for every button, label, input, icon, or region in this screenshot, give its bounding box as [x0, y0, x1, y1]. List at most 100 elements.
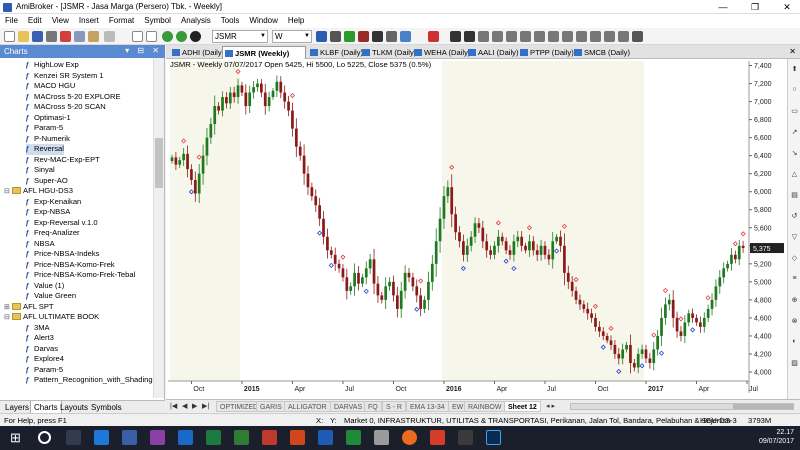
print-icon[interactable]: [46, 31, 57, 42]
tree-formula-item[interactable]: f Exp-Kenaikan: [26, 197, 81, 208]
chart-tab-smcb[interactable]: SMCB (Daily): [572, 46, 630, 59]
maximize-button[interactable]: ❐: [744, 1, 766, 13]
menu-file[interactable]: File: [0, 14, 23, 28]
tree-formula-item[interactable]: f Value (1): [26, 281, 64, 292]
close-button[interactable]: ✕: [776, 1, 798, 13]
pencil-icon[interactable]: [464, 31, 475, 42]
menu-view[interactable]: View: [47, 14, 74, 28]
drawing-tool-icon[interactable]: ⬆: [790, 65, 799, 74]
chart-horizontal-scrollbar[interactable]: [570, 403, 794, 410]
chart-type-icon[interactable]: [316, 31, 327, 42]
drawing-tool-icon[interactable]: ▽: [790, 233, 799, 242]
tree-formula-item[interactable]: f Optimasi-1: [26, 113, 71, 124]
sheet-tab-darvas[interactable]: DARVAS: [330, 401, 367, 412]
next-sheet-icon[interactable]: ▶: [192, 402, 197, 410]
tree-formula-item[interactable]: f Param-5: [26, 365, 63, 376]
tree-formula-item[interactable]: f Darvas: [26, 344, 58, 355]
ellipse-tool-icon[interactable]: [562, 31, 573, 42]
sheet-scroll-icon[interactable]: ◂ ▸: [546, 402, 555, 410]
interval-combo[interactable]: W ▼: [272, 30, 312, 43]
crosshair-icon[interactable]: [330, 31, 341, 42]
drawing-tool-icon[interactable]: ○: [790, 86, 799, 95]
panel-window-buttons[interactable]: ▾ ⊟ ✕: [125, 46, 162, 55]
app-2-icon[interactable]: [430, 430, 445, 445]
app-3-icon[interactable]: [458, 430, 473, 445]
drawing-tool-icon[interactable]: ⊕: [790, 296, 799, 305]
drawing-tool-icon[interactable]: ↘: [790, 149, 799, 158]
tree-formula-item[interactable]: f Sinyal: [26, 165, 55, 176]
redo-icon[interactable]: [146, 31, 157, 42]
menu-edit[interactable]: Edit: [23, 14, 47, 28]
zoom-in-icon[interactable]: [344, 31, 355, 42]
app-icon[interactable]: [374, 430, 389, 445]
menu-tools[interactable]: Tools: [216, 14, 245, 28]
sheet-tab-garis[interactable]: GARIS: [256, 401, 286, 412]
prev-sheet-icon[interactable]: ◀: [182, 402, 187, 410]
tree-formula-item[interactable]: f Exp-Reversal v.1.0: [26, 218, 98, 229]
back-icon[interactable]: [162, 31, 173, 42]
drawing-tool-icon[interactable]: ≡: [790, 275, 799, 284]
info-icon[interactable]: [190, 31, 201, 42]
onenote-icon[interactable]: [150, 430, 165, 445]
color-picker-icon[interactable]: [428, 31, 439, 42]
drawing-tool-icon[interactable]: ⊗: [790, 317, 799, 326]
cut-icon[interactable]: [60, 31, 71, 42]
tree-folder[interactable]: ⊞ AFL SPT: [4, 302, 54, 313]
delete-icon[interactable]: [104, 31, 115, 42]
magnet-icon[interactable]: [618, 31, 629, 42]
tree-formula-item[interactable]: f P-Numerik: [26, 134, 70, 145]
tree-formula-item[interactable]: f Reversal: [26, 144, 64, 155]
cycle-tool-icon[interactable]: [590, 31, 601, 42]
rectangle-tool-icon[interactable]: [548, 31, 559, 42]
tree-formula-item[interactable]: f 3MA: [26, 323, 50, 334]
text-tool-icon[interactable]: [506, 31, 517, 42]
tree-formula-item[interactable]: f NBSA: [26, 239, 55, 250]
menu-insert[interactable]: Insert: [74, 14, 104, 28]
chart-tab-jsmr[interactable]: JSMR (Weekly): [222, 46, 306, 59]
bar-icon[interactable]: [372, 31, 383, 42]
sheet-tab-fq[interactable]: FQ: [364, 401, 382, 412]
minimize-button[interactable]: —: [712, 1, 734, 13]
menu-analysis[interactable]: Analysis: [176, 14, 216, 28]
tree-formula-item[interactable]: f Price-NBSA-Komo-Frek-Tebal: [26, 270, 135, 281]
excel-2-icon[interactable]: [346, 430, 361, 445]
photoshop-icon[interactable]: [486, 430, 501, 445]
trendline-icon[interactable]: [450, 31, 461, 42]
copy-icon[interactable]: [74, 31, 85, 42]
powerpoint-icon[interactable]: [290, 430, 305, 445]
open-icon[interactable]: [18, 31, 29, 42]
drawing-tool-icon[interactable]: ↺: [790, 212, 799, 221]
chart-tab-tlkm[interactable]: TLKM (Daily): [360, 46, 416, 59]
menu-help[interactable]: Help: [283, 14, 309, 28]
sheet-tab-rainbow[interactable]: RAINBOW: [464, 401, 506, 412]
drawing-tool-icon[interactable]: △: [790, 170, 799, 179]
start-icon[interactable]: ⊞: [8, 430, 23, 445]
tree-formula-item[interactable]: f Alert3: [26, 333, 54, 344]
arrow-tool-icon[interactable]: [520, 31, 531, 42]
drawing-tool-icon[interactable]: ◐: [790, 338, 799, 347]
zoom-out-icon[interactable]: [358, 31, 369, 42]
firefox-icon[interactable]: [402, 430, 417, 445]
candlestick-chart[interactable]: 7,400 7,200 7,000 6,800 6,600 6,400 6,200 6,000…: [166, 59, 787, 399]
tree-formula-item[interactable]: f Value Green: [26, 291, 76, 302]
tree-formula-item[interactable]: f Price-NBSA-Komo-Frek: [26, 260, 115, 271]
drawing-tool-icon[interactable]: ▨: [790, 359, 799, 368]
chart-tab-aali[interactable]: AALI (Daily): [466, 46, 519, 59]
horizontal-line-icon[interactable]: [478, 31, 489, 42]
chart-tab-adhi[interactable]: ADHI (Daily): [170, 46, 224, 59]
chart-tab-weha[interactable]: WEHA (Daily): [412, 46, 470, 59]
sheet-tab-sheet-12[interactable]: Sheet 12: [504, 401, 541, 412]
chart-scrollbar-thumb[interactable]: [733, 404, 793, 409]
project-icon[interactable]: [234, 430, 249, 445]
sync-icon[interactable]: [632, 31, 643, 42]
last-sheet-icon[interactable]: ▶|: [202, 402, 209, 410]
tree-formula-item[interactable]: f MACD HGU: [26, 81, 75, 92]
tree-scrollbar[interactable]: [153, 58, 164, 398]
channel-tool-icon[interactable]: [534, 31, 545, 42]
layout-icon[interactable]: [400, 31, 411, 42]
tree-formula-item[interactable]: f Explore4: [26, 354, 64, 365]
tree-formula-item[interactable]: f Freq-Analizer: [26, 228, 80, 239]
tree-formula-item[interactable]: f Super-AO: [26, 176, 68, 187]
scrollbar-thumb[interactable]: [155, 138, 163, 188]
outlook-icon[interactable]: [178, 430, 193, 445]
